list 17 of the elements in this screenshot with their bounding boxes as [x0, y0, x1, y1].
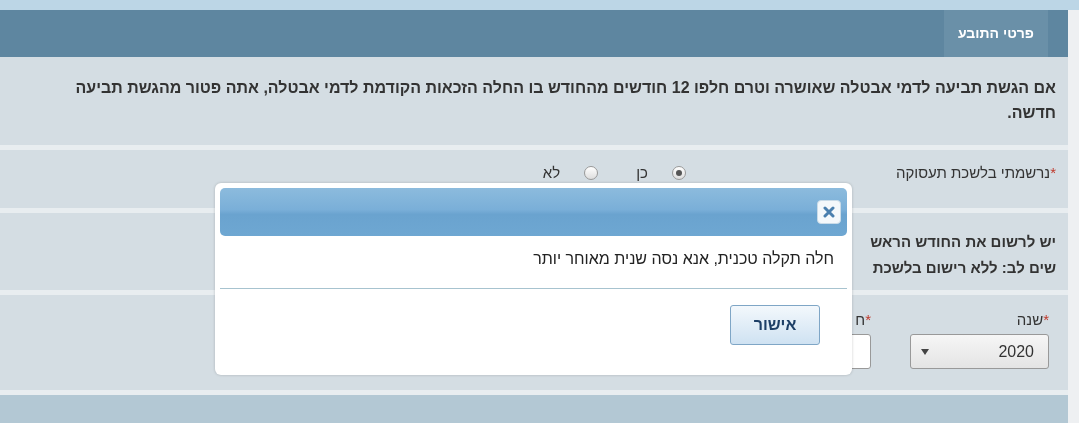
instruction-text: יש לרשום את החודש הראש	[870, 232, 1056, 252]
section-title: פרטי התובע	[944, 10, 1048, 57]
radio-label: לא	[542, 164, 561, 181]
error-message: חלה תקלה טכנית, אנא נסה שנית מאוחר יותר	[533, 250, 834, 267]
notice-text: אם הגשת תביעה לדמי אבטלה שאושרה וטרם חלפו 12 חודשים מהחודש בו החלה הזכאות הקודמת לדמי אבטלה, אתה פטור מהגשת תביעה חדשה.	[0, 57, 1068, 150]
radio-button[interactable]	[672, 165, 686, 180]
radio-button[interactable]	[584, 165, 599, 180]
field-label: * ח	[855, 311, 871, 328]
close-button[interactable]	[817, 200, 841, 224]
close-icon	[823, 206, 835, 218]
caret-icon	[921, 348, 929, 355]
instruction-text: שים לב: ללא רישום בלשכת	[872, 258, 1056, 278]
radio-label: כן	[636, 164, 648, 181]
year-select[interactable]: 2020	[910, 334, 1049, 369]
field-label: * שנה	[1016, 311, 1049, 328]
field-label: * נרשמתי בלשכת תעסוקה	[895, 164, 1056, 181]
confirm-button[interactable]: אישור	[730, 305, 820, 345]
